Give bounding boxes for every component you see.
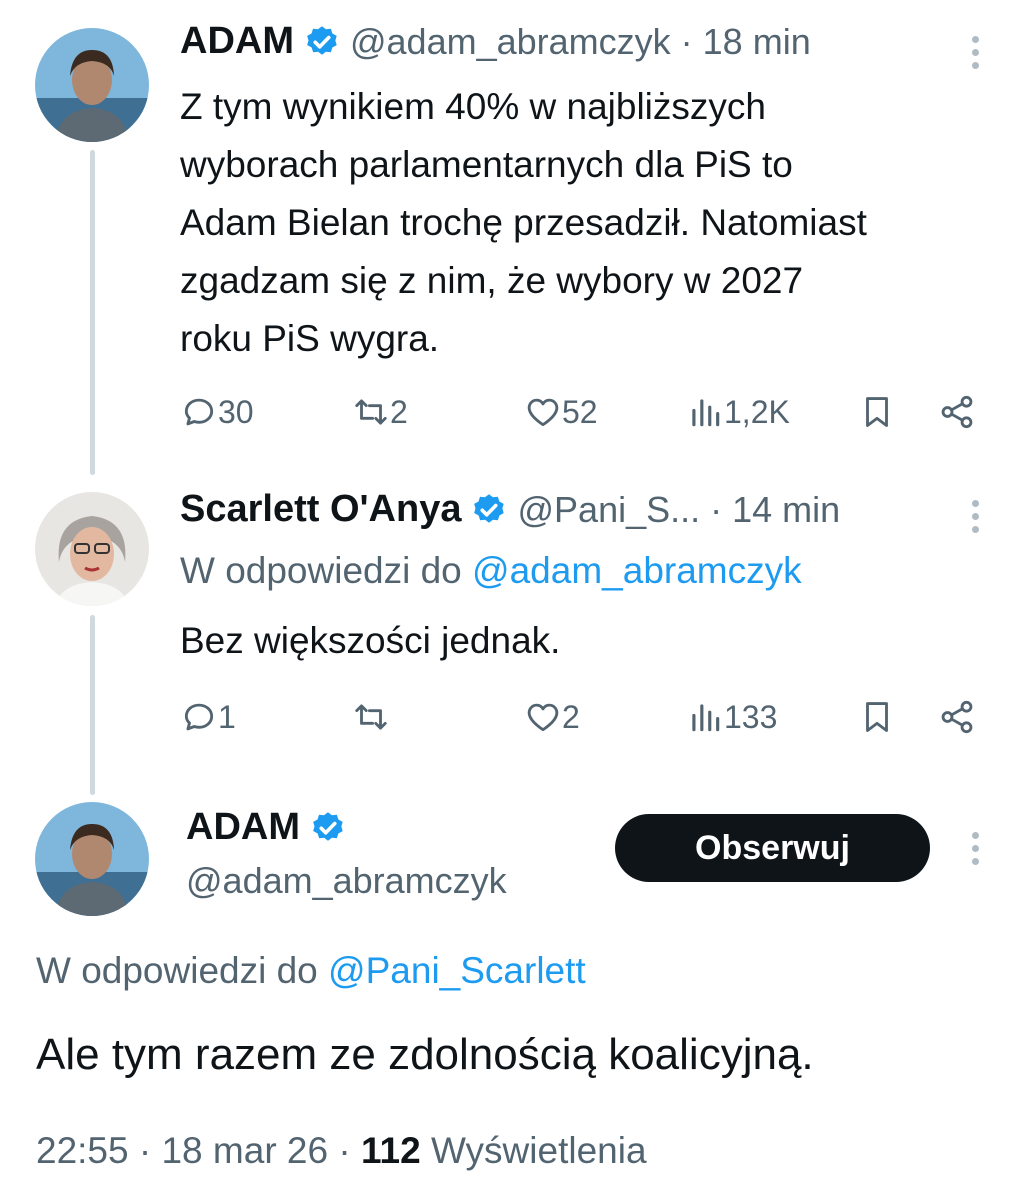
thread-line [90, 150, 95, 475]
verified-badge-icon [313, 811, 343, 841]
time-separator: · [710, 488, 723, 530]
views-label: Wyświetlenia [430, 1130, 647, 1171]
author-handle[interactable]: @adam_abramczyk [186, 860, 507, 902]
share-button[interactable] [938, 393, 976, 431]
tweet-text: Bez większości jednak. [180, 620, 561, 661]
avatar[interactable] [35, 802, 149, 916]
views-button[interactable]: 1,2K [686, 393, 790, 431]
like-count: 52 [562, 393, 598, 430]
retweet-count: 2 [390, 393, 408, 430]
reply-count: 1 [218, 698, 236, 735]
bookmark-button[interactable] [858, 698, 896, 736]
verified-badge-icon [307, 25, 337, 55]
analytics-icon [692, 704, 720, 732]
avatar[interactable] [35, 492, 149, 606]
time-separator: · [680, 20, 693, 62]
reply-button[interactable]: 30 [180, 393, 254, 431]
more-options-icon[interactable] [965, 832, 985, 871]
views-count: 112 [360, 1130, 421, 1171]
reply-context: W odpowiedzi do @Pani_Scarlett [36, 950, 586, 991]
bookmark-icon [866, 397, 888, 427]
author-name[interactable]: ADAM [180, 20, 294, 63]
reply-to-link[interactable]: @adam_abramczyk [472, 550, 802, 591]
retweet-icon [355, 704, 387, 730]
reply-button[interactable]: 1 [180, 698, 236, 736]
avatar[interactable] [35, 28, 149, 142]
share-button[interactable] [938, 698, 976, 736]
like-button[interactable]: 2 [524, 698, 580, 736]
views-button[interactable]: 133 [686, 698, 777, 736]
tweet-time[interactable]: 14 min [732, 489, 840, 531]
like-button[interactable]: 52 [524, 393, 598, 431]
follow-button[interactable]: Obserwuj [615, 814, 930, 882]
like-count: 2 [562, 698, 580, 735]
tweet-time[interactable]: 18 min [703, 21, 811, 63]
author-handle[interactable]: @Pani_S... [517, 489, 700, 531]
tweet-meta: 22:55 · 18 mar 26 · 112 Wyświetlenia [36, 1130, 647, 1171]
tweet-text: Z tym wynikiem 40% w najbliższych wybora… [180, 86, 867, 359]
reply-icon [184, 703, 214, 731]
author-name[interactable]: ADAM [186, 806, 300, 849]
retweet-button[interactable] [352, 698, 390, 736]
share-icon [941, 395, 973, 429]
author-handle[interactable]: @adam_abramczyk [350, 21, 671, 63]
verified-badge-icon [474, 493, 505, 523]
tweet-date[interactable]: 18 mar 26 [161, 1130, 328, 1171]
share-icon [941, 700, 973, 734]
more-options-icon[interactable] [965, 500, 985, 539]
reply-icon [184, 398, 214, 426]
bookmark-button[interactable] [858, 393, 896, 431]
main-tweet-text: Ale tym razem ze zdolnością koalicyjną. [36, 1030, 814, 1079]
analytics-icon [692, 399, 720, 427]
heart-icon [527, 398, 559, 427]
reply-context: W odpowiedzi do @adam_abramczyk [180, 550, 802, 591]
heart-icon [527, 703, 559, 732]
retweet-icon [355, 399, 387, 425]
views-count: 1,2K [724, 393, 790, 430]
tweet-time[interactable]: 22:55 [36, 1130, 129, 1171]
retweet-button[interactable]: 2 [352, 393, 408, 431]
thread-line [90, 615, 95, 795]
reply-to-link[interactable]: @Pani_Scarlett [328, 950, 586, 991]
more-options-icon[interactable] [965, 36, 985, 75]
reply-count: 30 [218, 393, 254, 430]
bookmark-icon [866, 702, 888, 732]
views-count: 133 [724, 698, 778, 735]
author-name[interactable]: Scarlett O'Anya [180, 488, 461, 531]
